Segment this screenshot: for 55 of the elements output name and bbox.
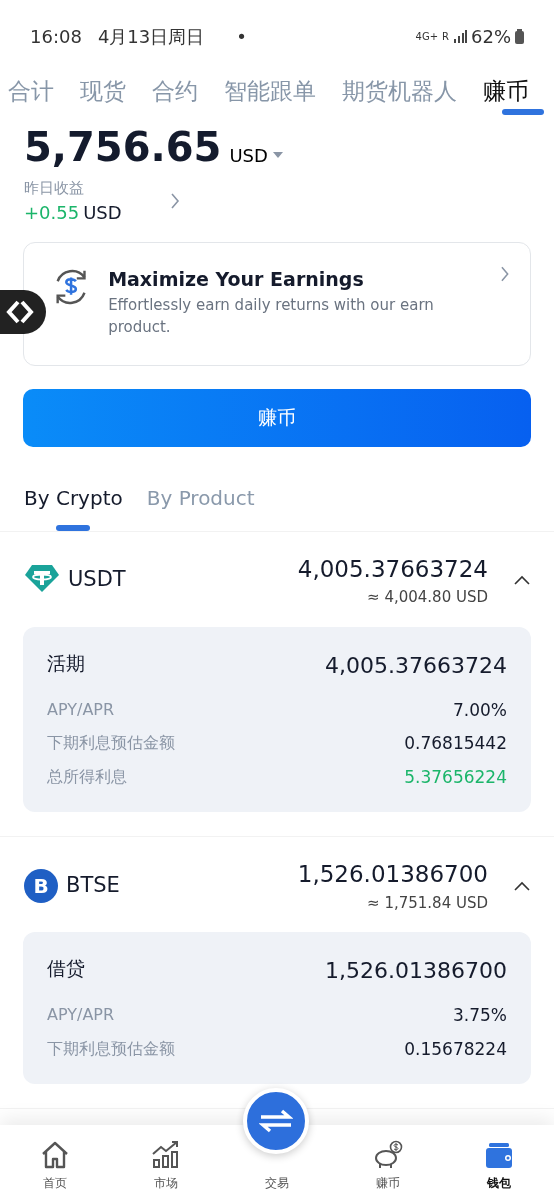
asset-amount: 1,526.01386700 [297,860,488,889]
tab-underline [502,108,544,115]
yesterday-label: 昨日收益 [24,177,85,199]
product-type: 活期 [47,650,85,676]
asset-symbol: USDT [68,566,126,594]
balance-amount: 5,756.65 [24,122,222,172]
notification-dot: • [236,24,247,49]
category-tab[interactable]: 赚币 [483,74,529,109]
detail-value: 5.37656224 [404,765,507,789]
detail-label: 总所得利息 [47,765,127,788]
detail-value: 3.75% [453,1004,507,1027]
asset-symbol: BTSE [66,871,120,899]
wallet-icon [483,1140,514,1170]
asset-amount: 4,005.37663724 [297,554,488,584]
network-type: 4G+ [415,29,439,44]
chevron-right-icon[interactable] [169,192,180,211]
detail-value: 0.15678224 [404,1037,507,1061]
chevron-up-icon[interactable] [514,880,530,891]
nav-label[interactable]: 交易 [237,1174,317,1192]
chevron-up-icon[interactable] [514,575,530,585]
product-amount: 1,526.01386700 [325,957,507,985]
chevron-right-icon [500,265,510,283]
asset-usd-value: ≈ 4,004.80 USD [366,587,488,608]
coin-logo: B [24,868,58,903]
roaming-indicator: R [442,29,449,44]
battery-icon [515,28,524,44]
signal-icon [453,29,467,43]
nav-item[interactable]: 钱包 [458,1140,539,1192]
detail-label: APY/APR [47,698,115,721]
battery-percent: 62% [471,24,511,49]
nav-item[interactable]: 赚币 [347,1140,428,1192]
nav-item[interactable]: 市场 [126,1140,207,1192]
status-time: 16:08 [30,24,82,49]
caret-icon [271,151,284,159]
asset-usd-value: ≈ 1,751.84 USD [366,892,488,914]
product-amount: 4,005.37663724 [325,651,507,680]
promo-description: Effortlessly earn daily returns with our earn product. [108,294,435,338]
edge-panel-handle[interactable] [0,290,46,334]
detail-label: 下期利息预估金额 [47,732,175,754]
detail-value: 7.00% [453,698,507,722]
tab-underline [56,524,91,531]
promo-title: Maximize Your Earnings [108,267,365,292]
earn-button[interactable]: 赚币 [23,388,531,447]
earnings-currency: USD [83,202,122,223]
currency-selector[interactable]: USD [229,141,284,169]
yesterday-earnings: +0.55 [24,202,80,223]
nav-item[interactable]: 首页 [15,1140,96,1192]
detail-label: 下期利息预估金额 [47,1037,175,1060]
view-tab[interactable]: By Crypto [24,482,123,531]
detail-label: APY/APR [47,1004,115,1026]
status-date: 4月13日周日 [97,24,205,49]
piggy-bank-icon [372,1140,403,1170]
product-type: 借贷 [47,956,85,981]
promo-card[interactable]: Maximize Your Earnings Effortlessly earn daily returns with our earn product. [23,242,531,366]
detail-value: 0.76815442 [404,732,507,755]
